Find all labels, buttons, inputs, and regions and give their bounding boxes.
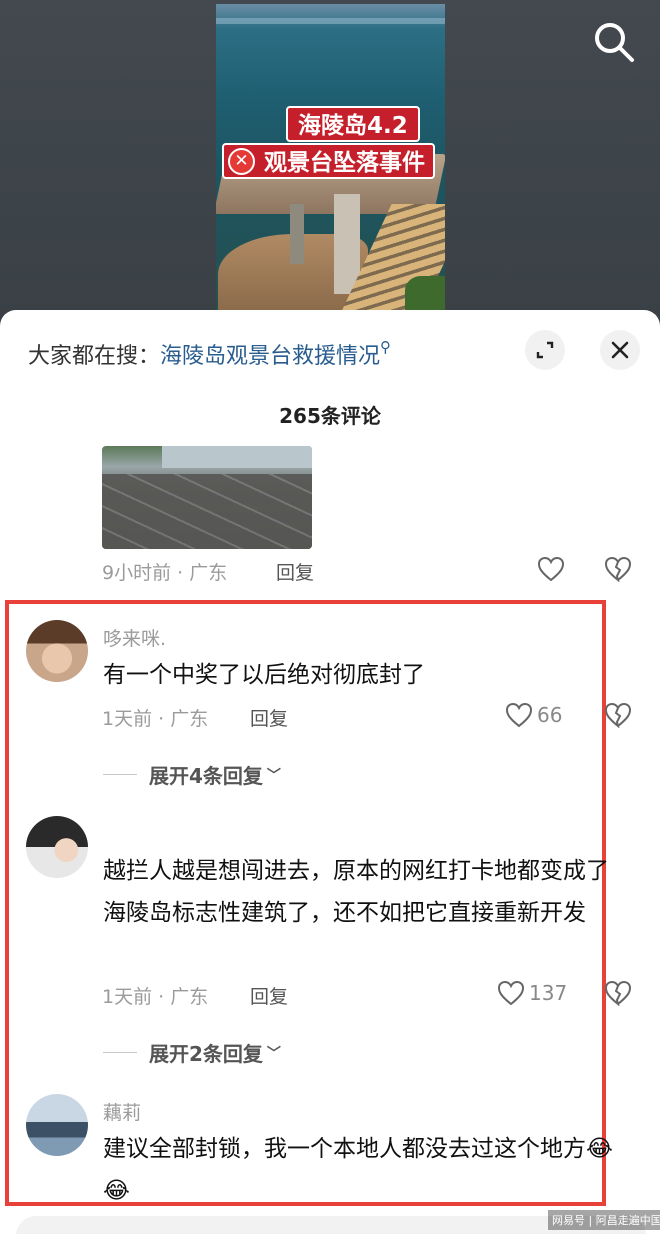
close-button[interactable] [600,330,640,370]
watermark: 网易号 | 阿昌走遍中国 [548,1210,660,1230]
horizon [216,18,445,24]
comment-count: 265条评论 [279,404,381,428]
hot-search-prefix: 大家都在搜： [28,344,161,369]
small-search-icon: ⚲ [380,338,392,356]
comment-image[interactable] [102,446,312,549]
heart-icon [497,980,525,1006]
chevron-down-icon: ﹀ [266,767,281,784]
comment-meta: 1天前 · 广东 [102,708,209,730]
dislike-button[interactable] [604,980,632,1010]
heart-icon [505,702,533,728]
comment-text: 建议全部封锁，我一个本地人都没去过这个地方😂😂 [103,1136,613,1204]
dislike-button[interactable] [604,556,632,586]
like-button[interactable] [537,556,569,582]
comment-text: 有一个中奖了以后绝对彻底封了 [103,662,425,688]
avatar[interactable] [26,1094,88,1156]
search-icon [595,23,634,62]
reply-button[interactable]: 回复 [276,558,314,585]
cross-circle-icon: ✕ [228,148,255,175]
like-button[interactable]: 66 [505,702,562,728]
like-count: 137 [529,981,568,1005]
expand-replies-label: 展开2条回复 [149,1042,263,1066]
comment-meta: 1天前 · 广东 [102,986,209,1008]
close-icon [611,341,629,359]
heart-icon [537,556,565,582]
hot-search-bar[interactable]: 大家都在搜：海陵岛观景台救援情况⚲ [28,338,391,370]
avatar[interactable] [26,620,88,682]
photo-tiles [102,474,312,549]
like-button[interactable]: 137 [497,980,567,1006]
chevron-down-icon: ﹀ [266,1045,281,1062]
photo-sea [162,446,312,468]
comment-meta: 9小时前 · 广东 [102,562,228,584]
expand-replies-button[interactable]: 展开2条回复 ﹀ [103,1038,281,1067]
comment-author[interactable]: 哆来咪. [103,624,166,651]
video-title-tag-2: ✕ 观景台坠落事件 [222,143,435,179]
comment-author[interactable]: 藕莉 [103,1098,141,1125]
video-title-text: 观景台坠落事件 [264,150,425,176]
comment-text: 越拦人越是想闯进去，原本的网红打卡地都变成了海陵岛标志性建筑了，还不如把它直接重… [103,858,609,926]
like-count: 66 [537,703,563,727]
expand-replies-label: 展开4条回复 [149,764,263,788]
hot-search-link[interactable]: 海陵岛观景台救援情况 [160,344,380,369]
expand-button[interactable] [525,330,565,370]
broken-heart-icon [604,980,632,1007]
search-button[interactable] [590,18,636,64]
comment-sheet: 大家都在搜：海陵岛观景台救援情况⚲ 265条评论 9小时前 · 广东 回复 哆来… [0,310,660,1234]
broken-heart-icon [604,556,632,583]
divider-dash [103,1052,137,1053]
reply-button[interactable]: 回复 [250,704,288,731]
thumb-grass [405,276,445,312]
avatar[interactable] [26,816,88,878]
thumb-pillar-back [290,204,304,264]
reply-button[interactable]: 回复 [250,982,288,1009]
divider-dash [103,774,137,775]
video-title-tag-1: 海陵岛4.2 [286,106,420,142]
expand-icon [536,341,554,359]
broken-heart-icon [604,702,632,729]
dislike-button[interactable] [604,702,632,732]
expand-replies-button[interactable]: 展开4条回复 ﹀ [103,760,281,789]
